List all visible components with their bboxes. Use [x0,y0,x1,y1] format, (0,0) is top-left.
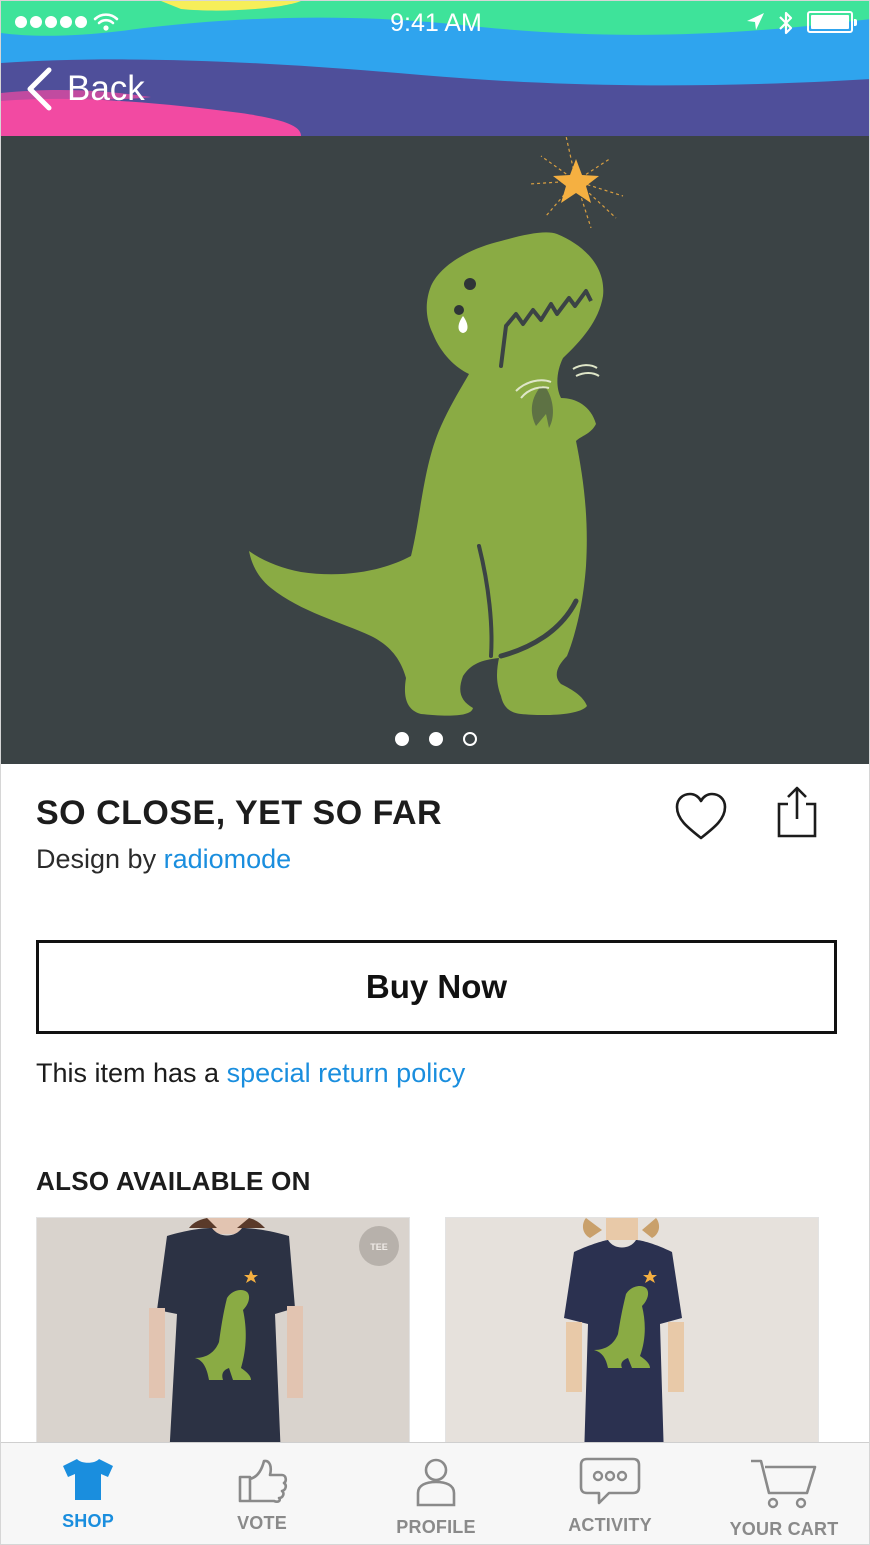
also-available-heading: ALSO AVAILABLE ON [36,1166,311,1196]
user-icon [416,1458,456,1507]
carousel-page-indicator[interactable] [1,732,869,746]
kids-tee-photo [446,1218,818,1456]
tab-label: PROFILE [396,1517,476,1537]
status-bar: 9:41 AM [1,1,869,45]
heart-icon[interactable] [673,791,729,843]
product-card-womens-tee[interactable]: TEE [36,1217,410,1457]
cart-icon [751,1459,817,1509]
womens-tee-photo: TEE [37,1218,409,1456]
location-arrow-icon [747,13,764,30]
carousel-dot[interactable] [463,732,477,746]
tab-bar: SHOP VOTE PROFILE ACTIVITY YOUR CART [1,1442,869,1544]
tab-your-cart[interactable]: YOUR CART [697,1443,869,1544]
header: 9:41 AM Back [1,1,869,136]
product-image-carousel[interactable] [1,136,869,764]
tab-activity[interactable]: ACTIVITY [523,1443,697,1544]
tab-label: SHOP [62,1511,114,1531]
tab-label: YOUR CART [729,1519,839,1539]
policy-prefix: This item has a [36,1058,220,1088]
tshirt-icon [63,1459,113,1500]
tab-shop[interactable]: SHOP [1,1443,175,1544]
bluetooth-icon [779,11,793,35]
status-time: 9:41 AM [390,9,482,37]
carousel-dot[interactable] [429,732,443,746]
screen: 9:41 AM Back SO CLOSE, YET SO FAR Design… [0,0,870,1545]
chat-bubble-icon [579,1457,641,1505]
product-title: SO CLOSE, YET SO FAR [36,794,443,832]
tab-profile[interactable]: PROFILE [349,1443,523,1544]
return-policy-note: This item has a special return policy [36,1058,465,1089]
star-icon [553,159,599,203]
dinosaur-artwork [249,136,624,716]
buy-now-button[interactable]: Buy Now [36,940,837,1034]
product-card-kids-tee[interactable] [445,1217,819,1457]
battery-icon [807,11,857,33]
designer-link[interactable]: radiomode [164,844,292,874]
back-label: Back [67,69,145,108]
chevron-left-icon [27,67,52,111]
tab-vote[interactable]: VOTE [175,1443,349,1544]
byline-prefix: Design by [36,844,157,874]
carousel-dot[interactable] [395,732,409,746]
tee-badge: TEE [370,1242,388,1252]
tab-label: VOTE [237,1513,287,1533]
tab-label: ACTIVITY [568,1515,652,1535]
back-button[interactable]: Back [25,67,145,111]
thumbs-up-icon [238,1459,288,1503]
share-icon[interactable] [775,786,819,840]
return-policy-link[interactable]: special return policy [227,1058,466,1088]
designer-byline: Design by radiomode [36,844,291,875]
